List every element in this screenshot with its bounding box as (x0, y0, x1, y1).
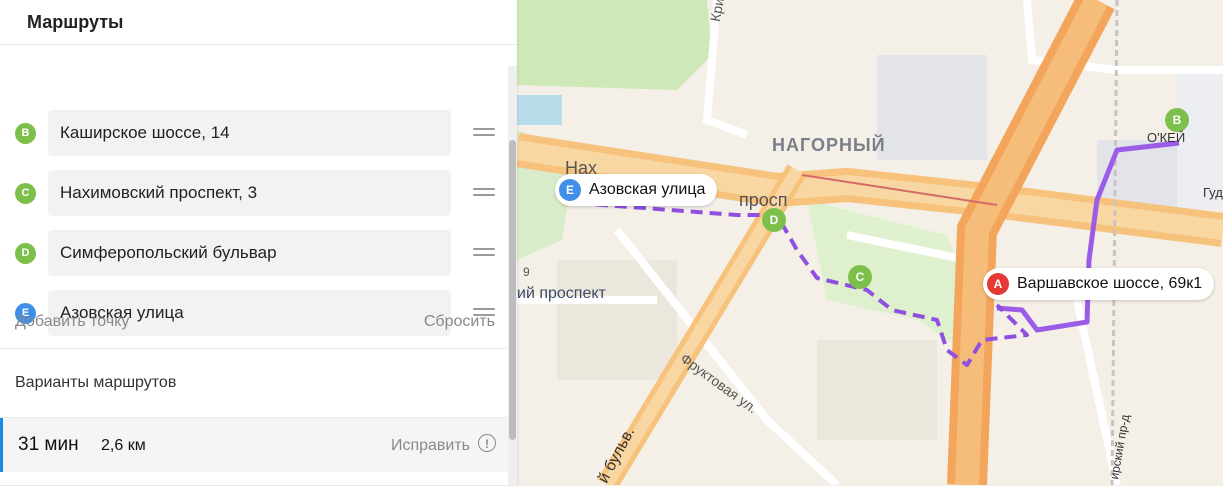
pin-a-text: Варшавское шоссе, 69к1 (1017, 275, 1203, 292)
pin-a-label[interactable]: A Варшавское шоссе, 69к1 (983, 268, 1215, 300)
header-divider (0, 44, 517, 45)
district-label: НАГОРНЫЙ (772, 135, 886, 155)
add-point-button[interactable]: Добавить точку (15, 313, 129, 331)
drag-handle-icon[interactable] (473, 184, 495, 202)
warning-icon[interactable]: ! (478, 434, 496, 452)
waypoint-badge-b: B (15, 123, 36, 144)
street-label: ий проспект (517, 285, 606, 302)
panel-scrollbar[interactable] (508, 66, 517, 485)
street-label: просп (739, 190, 788, 210)
pin-b[interactable]: B (1165, 108, 1189, 132)
map[interactable]: НАГОРНЫЙ Криворожская ул. Нах просп ий п… (517, 0, 1223, 486)
panel-header: Маршруты (0, 0, 517, 44)
waypoint-b[interactable]: B Каширское шоссе, 14 (0, 110, 517, 156)
route-option[interactable]: 31 мин 2,6 км Исправить ! (0, 418, 508, 472)
pin-c-letter: C (855, 270, 865, 284)
map-canvas[interactable] (517, 0, 1223, 485)
pin-d-letter: D (769, 213, 779, 227)
poi-label: Гуд (1203, 185, 1223, 200)
route-time: 31 мин (18, 434, 79, 455)
building-number: 9 (523, 265, 530, 279)
poi-label: О'КЕЙ (1147, 130, 1186, 145)
pin-b-letter: B (1172, 113, 1182, 127)
panel-title: Маршруты (27, 12, 124, 32)
actions-divider (0, 348, 508, 349)
pin-c[interactable]: C (848, 265, 872, 289)
route-distance: 2,6 км (101, 437, 146, 454)
pin-e-label[interactable]: E Азовская улица (555, 174, 718, 206)
waypoint-c[interactable]: C Нахимовский проспект, 3 (0, 170, 517, 216)
route-variants-title: Варианты маршрутов (15, 374, 177, 391)
waypoint-badge-d: D (15, 243, 36, 264)
scrollbar-thumb[interactable] (509, 140, 516, 440)
waypoint-b-field[interactable]: Каширское шоссе, 14 (48, 110, 451, 156)
routes-panel: Маршруты B Каширское шоссе, 14 C Нахимов… (0, 0, 517, 485)
pin-d[interactable]: D (762, 208, 786, 232)
waypoint-actions: Добавить точку Сбросить (0, 300, 517, 344)
pin-a-badge: A (987, 273, 1009, 295)
waypoint-c-field[interactable]: Нахимовский проспект, 3 (48, 170, 451, 216)
waypoint-d[interactable]: D Симферопольский бульвар (0, 230, 517, 276)
waypoint-badge-c: C (15, 183, 36, 204)
fix-route-button[interactable]: Исправить (391, 437, 470, 455)
waypoint-d-field[interactable]: Симферопольский бульвар (48, 230, 451, 276)
drag-handle-icon[interactable] (473, 244, 495, 262)
reset-button[interactable]: Сбросить (424, 313, 495, 331)
pin-e-badge: E (559, 179, 581, 201)
pin-e-text: Азовская улица (589, 181, 706, 198)
drag-handle-icon[interactable] (473, 124, 495, 142)
